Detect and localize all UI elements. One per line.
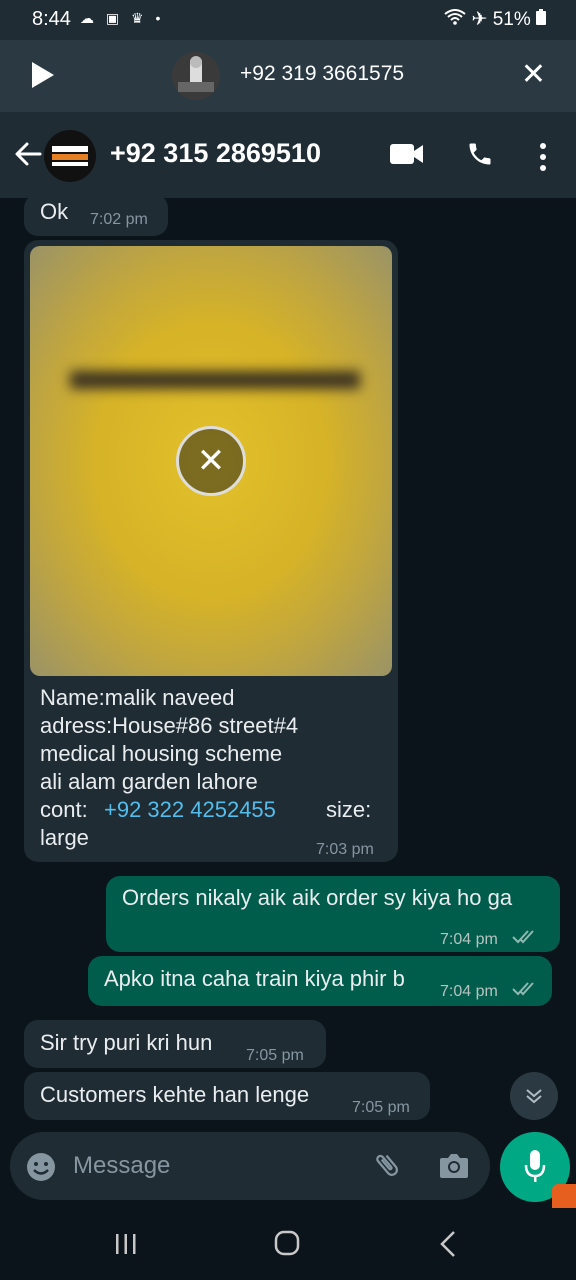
read-receipt-icon xyxy=(512,976,538,1004)
media-message-bubble[interactable]: ✕ Name:malik naveed adress:House#86 stre… xyxy=(24,240,398,862)
message-text: Customers kehte han lenge xyxy=(40,1082,310,1107)
status-time: 8:44 xyxy=(32,8,71,30)
message-time: 7:05 pm xyxy=(246,1047,304,1064)
video-call-icon[interactable] xyxy=(390,142,424,171)
message-time: 7:04 pm xyxy=(440,931,498,948)
cancel-download-icon[interactable]: ✕ xyxy=(176,426,246,496)
battery-percent: 51% xyxy=(492,9,531,30)
message-text: Apko itna caha train kiya phir b xyxy=(104,966,405,991)
message-composer[interactable]: Message xyxy=(10,1132,490,1200)
message-bubble[interactable]: Orders nikaly aik aik order sy kiya ho g… xyxy=(106,876,560,952)
message-time: 7:05 pm xyxy=(352,1099,410,1116)
status-bar: 8:44 ☁ ▣ ♛ • ✈ 51% xyxy=(0,0,576,40)
airplane-icon: ✈ xyxy=(471,9,488,30)
read-receipt-icon xyxy=(512,924,538,952)
caller-avatar xyxy=(172,52,220,100)
chat-area[interactable]: Ok 7:02 pm ✕ Name:malik naveed adress:Ho… xyxy=(0,198,576,1132)
message-time: 7:02 pm xyxy=(90,211,148,228)
notification-icons: ☁ ▣ ♛ • xyxy=(80,10,165,26)
camera-icon[interactable] xyxy=(438,1150,470,1185)
status-right: ✈ 51% xyxy=(444,8,546,31)
home-icon[interactable] xyxy=(274,1230,300,1261)
ongoing-call-number: +92 319 3661575 xyxy=(240,62,405,85)
attach-icon[interactable] xyxy=(372,1150,402,1185)
chat-header: +92 315 2869510 xyxy=(0,112,576,198)
scroll-to-bottom-button[interactable] xyxy=(510,1072,558,1120)
message-time: 7:04 pm xyxy=(440,983,498,1000)
message-bubble[interactable]: Customers kehte han lenge 7:05 pm xyxy=(24,1072,430,1120)
image-thumbnail[interactable]: ✕ xyxy=(30,246,392,676)
more-options-icon[interactable] xyxy=(538,142,548,172)
message-bubble[interactable]: Sir try puri kri hun 7:05 pm xyxy=(24,1020,326,1068)
contact-name[interactable]: +92 315 2869510 xyxy=(110,138,321,169)
message-text: Orders nikaly aik aik order sy kiya ho g… xyxy=(122,885,513,910)
message-bubble[interactable]: Ok 7:02 pm xyxy=(24,198,168,236)
chevron-down-icon xyxy=(524,1086,544,1111)
recent-apps-icon[interactable] xyxy=(114,1232,138,1261)
battery-icon xyxy=(536,9,546,30)
voice-call-icon[interactable] xyxy=(466,140,494,173)
ongoing-call-bar[interactable]: +92 319 3661575 ✕ xyxy=(0,40,576,112)
mic-icon xyxy=(524,1150,546,1189)
message-time: 7:03 pm xyxy=(316,841,374,858)
message-caption: Name:malik naveed adress:House#86 street… xyxy=(40,684,388,852)
contact-avatar[interactable] xyxy=(44,130,96,182)
phone-link[interactable]: +92 322 4252455 xyxy=(104,796,276,824)
play-icon[interactable] xyxy=(30,60,56,95)
size-label: size: xyxy=(326,797,372,822)
message-bubble[interactable]: Apko itna caha train kiya phir b 7:04 pm xyxy=(88,956,552,1006)
message-text: Ok xyxy=(40,199,69,224)
system-navigation-bar xyxy=(0,1210,576,1280)
close-icon[interactable]: ✕ xyxy=(521,60,546,90)
message-text: Sir try puri kri hun xyxy=(40,1030,213,1055)
message-input[interactable]: Message xyxy=(73,1152,170,1180)
contact-label: cont: xyxy=(40,797,88,822)
back-arrow-icon[interactable] xyxy=(12,138,44,170)
emoji-icon[interactable] xyxy=(26,1152,56,1187)
back-icon[interactable] xyxy=(438,1230,458,1263)
wifi-icon xyxy=(444,9,471,30)
overlay-badge-icon[interactable] xyxy=(552,1184,576,1208)
